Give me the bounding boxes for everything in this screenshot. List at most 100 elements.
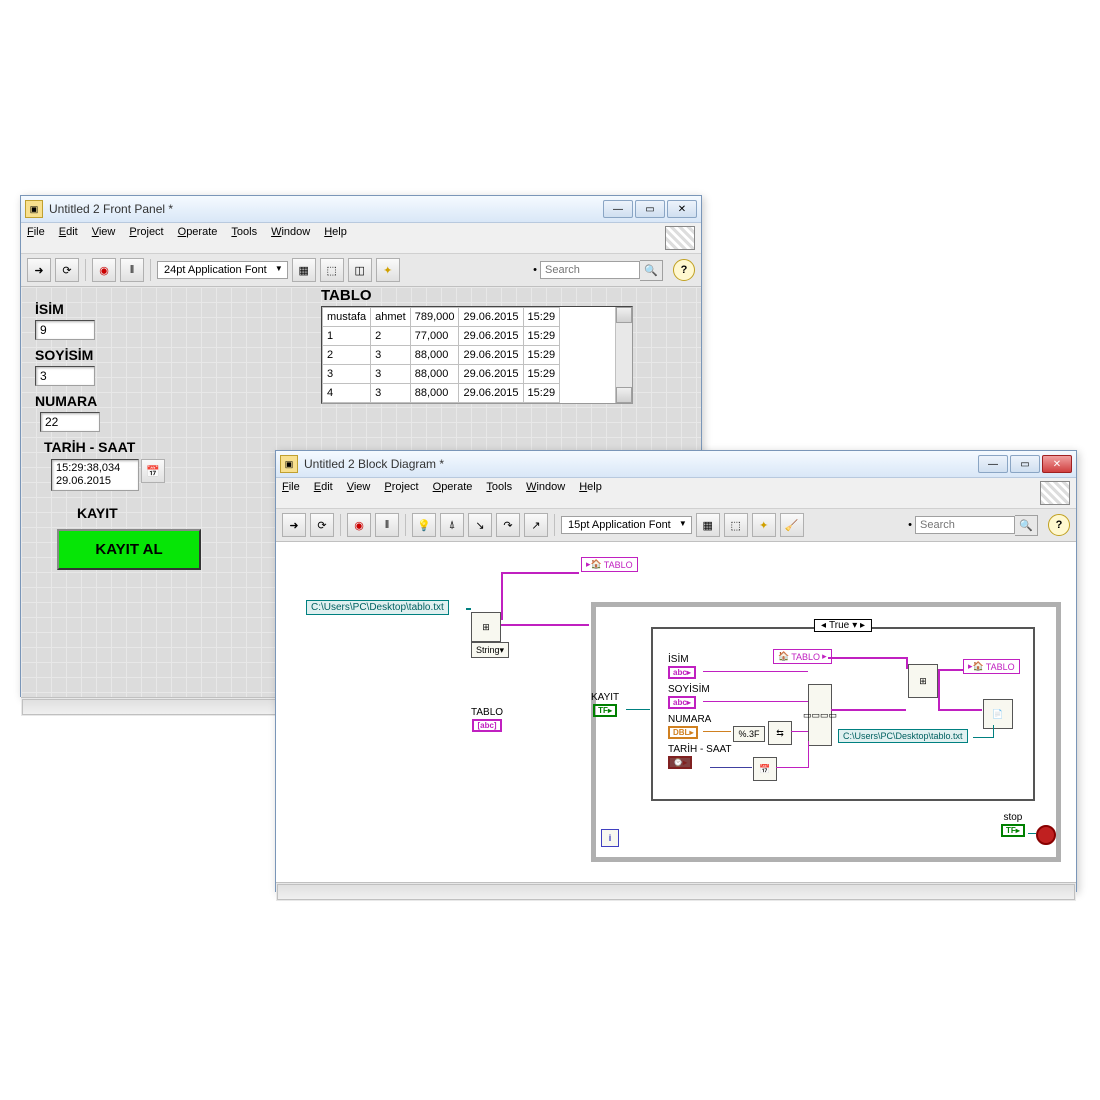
filepath-constant-inner[interactable]: C:\Users\PC\Desktop\tablo.txt xyxy=(838,729,968,743)
run-continuous-button[interactable]: ⟳ xyxy=(310,513,334,537)
vi-icon[interactable] xyxy=(665,226,695,250)
menu-tools[interactable]: Tools xyxy=(486,481,512,505)
block-diagram-canvas[interactable]: C:\Users\PC\Desktop\tablo.txt ▸🏠TABLO ⊞ … xyxy=(276,542,1076,882)
table-cell[interactable]: 15:29 xyxy=(523,346,560,365)
table-row[interactable]: mustafaahmet789,00029.06.201515:29 xyxy=(323,308,560,327)
run-continuous-button[interactable]: ⟳ xyxy=(55,258,79,282)
step-out-button[interactable]: ↗ xyxy=(524,513,548,537)
numara-terminal[interactable]: NUMARA DBL▸ xyxy=(668,714,711,739)
step-into-button[interactable]: ↘ xyxy=(468,513,492,537)
hscroll[interactable] xyxy=(277,884,1075,900)
menu-project[interactable]: Project xyxy=(384,481,418,505)
maximize-button[interactable]: ▭ xyxy=(1010,455,1040,473)
isim-terminal[interactable]: İSİM abc▸ xyxy=(668,654,696,679)
distribute-button[interactable]: ⬚ xyxy=(320,258,344,282)
menu-project[interactable]: Project xyxy=(129,226,163,250)
maximize-button[interactable]: ▭ xyxy=(635,200,665,218)
format-constant[interactable]: %.3F xyxy=(733,726,765,742)
table-cell[interactable]: 789,000 xyxy=(410,308,459,327)
search-input[interactable] xyxy=(540,261,640,279)
align-button[interactable]: ▦ xyxy=(292,258,316,282)
filepath-constant-outer[interactable]: C:\Users\PC\Desktop\tablo.txt xyxy=(306,600,449,615)
tablo-local-write[interactable]: ▸🏠TABLO xyxy=(963,659,1020,674)
table-row[interactable]: 1277,00029.06.201515:29 xyxy=(323,327,560,346)
menu-tools[interactable]: Tools xyxy=(231,226,257,250)
table-cell[interactable]: 77,000 xyxy=(410,327,459,346)
tarih-input[interactable]: 15:29:38,034 29.06.2015 xyxy=(51,459,139,491)
isim-input[interactable]: 9 xyxy=(35,320,95,340)
menu-operate[interactable]: Operate xyxy=(178,226,218,250)
table-cell[interactable]: 15:29 xyxy=(523,365,560,384)
table-cell[interactable]: 29.06.2015 xyxy=(459,384,523,403)
menu-window[interactable]: Window xyxy=(526,481,565,505)
table-cell[interactable]: ahmet xyxy=(371,308,411,327)
table-cell[interactable]: 4 xyxy=(323,384,371,403)
table-cell[interactable]: 15:29 xyxy=(523,308,560,327)
table-cell[interactable]: 88,000 xyxy=(410,346,459,365)
string-selector[interactable]: String▾ xyxy=(471,642,509,658)
table-cell[interactable]: 1 xyxy=(323,327,371,346)
align-button[interactable]: ▦ xyxy=(696,513,720,537)
run-button[interactable]: ➜ xyxy=(282,513,306,537)
table-cell[interactable]: 3 xyxy=(323,365,371,384)
insert-array-node[interactable]: ⊞ xyxy=(908,664,938,698)
help-icon[interactable]: ? xyxy=(673,259,695,281)
search-icon[interactable]: 🔍 xyxy=(1015,515,1038,536)
abort-button[interactable]: ◉ xyxy=(92,258,116,282)
tablo-table[interactable]: mustafaahmet789,00029.06.201515:2912 77,0… xyxy=(321,306,633,404)
calendar-icon[interactable]: 📅 xyxy=(141,459,165,483)
menu-help[interactable]: Help xyxy=(324,226,347,250)
search-input[interactable] xyxy=(915,516,1015,534)
table-cell[interactable]: 2 xyxy=(323,346,371,365)
stop-terminal[interactable]: stop TF▸ xyxy=(1001,812,1025,837)
stop-condition[interactable] xyxy=(1036,825,1056,845)
minimize-button[interactable]: — xyxy=(978,455,1008,473)
minimize-button[interactable]: — xyxy=(603,200,633,218)
cleanup-button[interactable]: 🧹 xyxy=(780,513,804,537)
menu-view[interactable]: View xyxy=(347,481,371,505)
pause-button[interactable]: ‖ xyxy=(120,258,144,282)
kayit-terminal[interactable]: KAYIT TF▸ xyxy=(591,692,619,717)
menu-operate[interactable]: Operate xyxy=(433,481,473,505)
case-structure[interactable]: ◂ True ▾ ▸ İSİM abc▸ SOYİSİM abc▸ NUMARA… xyxy=(651,627,1035,801)
table-cell[interactable]: 88,000 xyxy=(410,365,459,384)
block-diagram-titlebar[interactable]: ▣ Untitled 2 Block Diagram * — ▭ ✕ xyxy=(276,451,1076,478)
close-button[interactable]: ✕ xyxy=(1042,455,1072,473)
abort-button[interactable]: ◉ xyxy=(347,513,371,537)
run-button[interactable]: ➜ xyxy=(27,258,51,282)
build-array-node[interactable]: ▭▭▭▭ xyxy=(808,684,832,746)
table-cell[interactable]: 88,000 xyxy=(410,384,459,403)
highlight-button[interactable]: 💡 xyxy=(412,513,436,537)
menu-edit[interactable]: Edit xyxy=(314,481,333,505)
menu-edit[interactable]: Edit xyxy=(59,226,78,250)
font-selector[interactable]: 24pt Application Font xyxy=(157,261,288,279)
distribute-button[interactable]: ⬚ xyxy=(724,513,748,537)
table-cell[interactable]: 29.06.2015 xyxy=(459,308,523,327)
menu-help[interactable]: Help xyxy=(579,481,602,505)
table-cell[interactable]: 29.06.2015 xyxy=(459,327,523,346)
soyisim-input[interactable]: 3 xyxy=(35,366,95,386)
kayit-al-button[interactable]: KAYIT AL xyxy=(57,529,201,570)
table-cell[interactable]: 3 xyxy=(371,346,411,365)
table-row[interactable]: 4388,00029.06.201515:29 xyxy=(323,384,560,403)
table-cell[interactable]: 15:29 xyxy=(523,384,560,403)
format-datetime-node[interactable]: 📅 xyxy=(753,757,777,781)
pause-button[interactable]: ‖ xyxy=(375,513,399,537)
reorder-button[interactable]: ✦ xyxy=(752,513,776,537)
menu-file[interactable]: File xyxy=(27,226,45,250)
resize-button[interactable]: ◫ xyxy=(348,258,372,282)
table-cell[interactable]: 15:29 xyxy=(523,327,560,346)
write-spreadsheet-node[interactable]: 📄 xyxy=(983,699,1013,729)
step-over-button[interactable]: ↷ xyxy=(496,513,520,537)
search-icon[interactable]: 🔍 xyxy=(640,260,663,281)
iteration-terminal[interactable]: i xyxy=(601,829,619,847)
vi-icon[interactable] xyxy=(1040,481,1070,505)
soyisim-terminal[interactable]: SOYİSİM abc▸ xyxy=(668,684,710,709)
table-cell[interactable]: 29.06.2015 xyxy=(459,346,523,365)
menu-view[interactable]: View xyxy=(92,226,116,250)
case-selector[interactable]: ◂ True ▾ ▸ xyxy=(814,619,872,632)
tablo-local-read[interactable]: 🏠TABLO▸ xyxy=(773,649,832,664)
retain-button[interactable]: ⍋ xyxy=(440,513,464,537)
while-loop[interactable]: KAYIT TF▸ ◂ True ▾ ▸ İSİM abc▸ SOYİSİM a… xyxy=(591,602,1061,862)
number-to-string-node[interactable]: ⇆ xyxy=(768,721,792,745)
